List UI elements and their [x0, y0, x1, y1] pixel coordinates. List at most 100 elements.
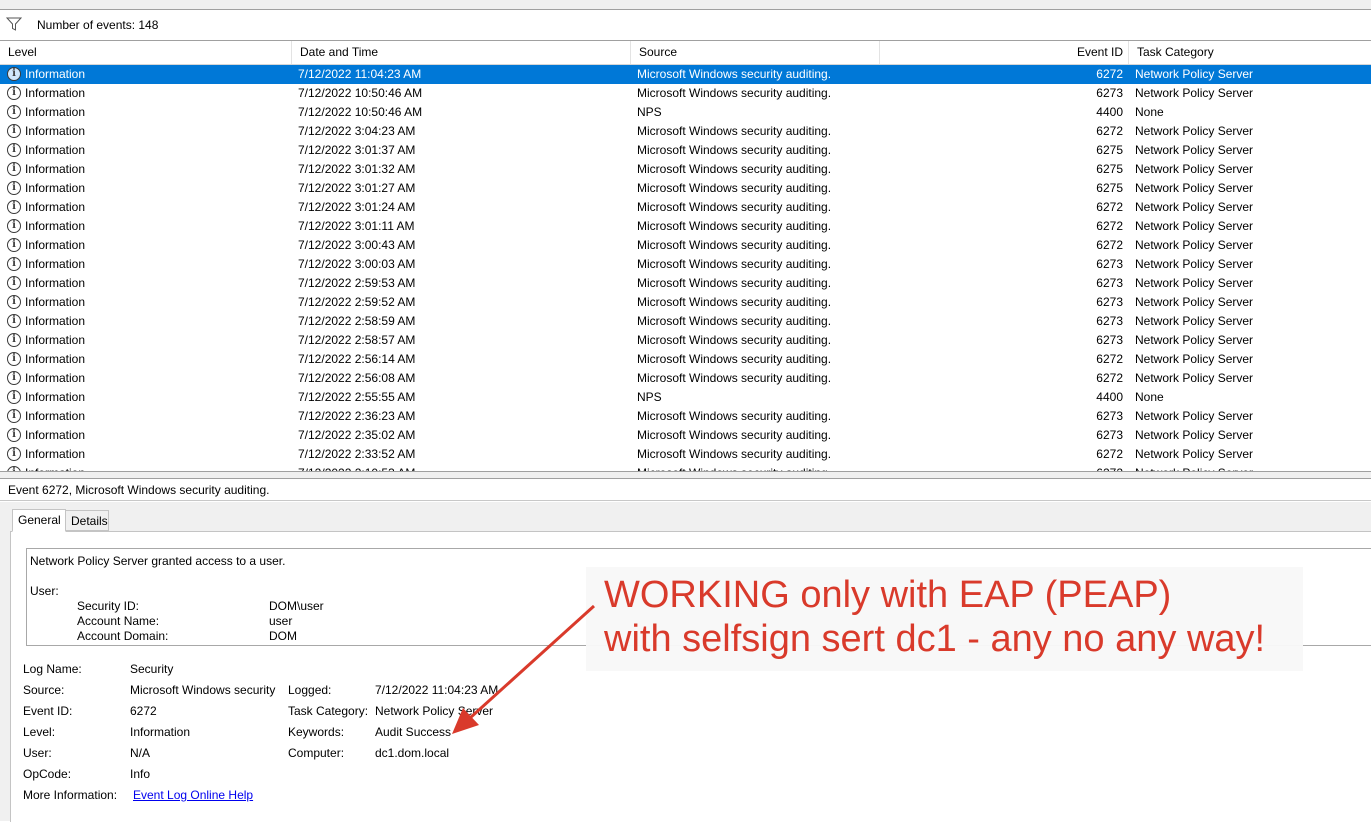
- table-row[interactable]: i Information 7/12/2022 10:50:46 AM NPS 4400…: [0, 103, 1371, 122]
- table-row[interactable]: i Information 7/12/2022 2:35:02 AM Microsof…: [0, 426, 1371, 445]
- pane-splitter[interactable]: [0, 472, 1371, 479]
- account-name-value: user: [269, 614, 293, 628]
- event-id-cell: 6273: [1096, 333, 1123, 347]
- table-row[interactable]: i Information 7/12/2022 2:36:23 AM Microsof…: [0, 407, 1371, 426]
- task-category-cell: Network Policy Server: [1135, 162, 1254, 176]
- level-cell: Information: [25, 295, 86, 309]
- filter-icon[interactable]: [6, 17, 22, 31]
- event-id-cell: 6272: [1096, 67, 1123, 81]
- table-row[interactable]: i Information 7/12/2022 2:33:52 AM Microsof…: [0, 445, 1371, 464]
- level-cell: Information: [25, 371, 86, 385]
- event-id-value: 6272: [130, 704, 157, 718]
- log-name-label: Log Name:: [23, 662, 82, 676]
- security-id-label: Security ID:: [77, 599, 140, 613]
- table-row[interactable]: i Information 7/12/2022 3:04:23 AM Microsof…: [0, 122, 1371, 141]
- event-id-cell: 4400: [1096, 105, 1123, 119]
- event-id-cell: 6275: [1096, 181, 1123, 195]
- task-category-cell: None: [1135, 390, 1164, 404]
- date-time-cell: 7/12/2022 2:59:52 AM: [298, 295, 416, 309]
- annotation-box: WORKING only with EAP (PEAP) with selfsi…: [586, 567, 1303, 671]
- event-id-cell: 6272: [1096, 200, 1123, 214]
- level-cell: Information: [25, 124, 86, 138]
- account-name-label: Account Name:: [77, 614, 160, 628]
- information-icon: i: [7, 314, 21, 328]
- date-time-cell: 7/12/2022 11:04:23 AM: [298, 67, 422, 81]
- table-row[interactable]: i Information 7/12/2022 3:00:43 AM Microsof…: [0, 236, 1371, 255]
- task-category-cell: Network Policy Server: [1135, 333, 1254, 347]
- information-icon: i: [7, 181, 21, 195]
- task-category-label: Task Category:: [288, 704, 369, 718]
- level-cell: Information: [25, 447, 86, 461]
- information-icon: i: [7, 276, 21, 290]
- task-category-cell: Network Policy Server: [1135, 219, 1254, 233]
- table-row[interactable]: i Information 7/12/2022 10:50:46 AM Microso…: [0, 84, 1371, 103]
- table-row[interactable]: i Information 7/12/2022 2:56:08 AM Microsof…: [0, 369, 1371, 388]
- annotation-line-2: with selfsign sert dc1 - any no any way!: [604, 618, 1266, 660]
- event-id-cell: 6273: [1096, 428, 1123, 442]
- event-id-label: Event ID:: [23, 704, 73, 718]
- grid-header: Level Date and Time Source Event ID Task…: [0, 41, 1371, 65]
- information-icon: i: [7, 105, 21, 119]
- level-cell: Information: [25, 162, 86, 176]
- date-time-cell: 7/12/2022 2:55:55 AM: [298, 390, 416, 404]
- table-row[interactable]: i Information 7/12/2022 2:59:52 AM Microsof…: [0, 293, 1371, 312]
- task-category-cell: Network Policy Server: [1135, 447, 1254, 461]
- date-time-cell: 7/12/2022 3:01:27 AM: [298, 181, 416, 195]
- task-category-cell: Network Policy Server: [1135, 314, 1254, 328]
- table-row[interactable]: iInformation7/12/2022 2:10:53 AMMicrosof…: [0, 464, 1371, 471]
- user-value: N/A: [130, 746, 151, 760]
- event-id-cell: 6272: [1096, 447, 1123, 461]
- event-id-cell: 6273: [1096, 409, 1123, 423]
- event-id-cell: 6272: [880, 464, 1123, 471]
- event-id-cell: 6275: [1096, 143, 1123, 157]
- table-row[interactable]: i Information 7/12/2022 2:59:53 AM Microsof…: [0, 274, 1371, 293]
- task-category-value: Network Policy Server: [375, 704, 494, 718]
- date-time-cell: 7/12/2022 2:36:23 AM: [298, 409, 416, 423]
- table-row[interactable]: i Information 7/12/2022 2:55:55 AM NPS 4400 N…: [0, 388, 1371, 407]
- event-log-online-help-link[interactable]: Event Log Online Help: [133, 788, 253, 802]
- column-header-date-time[interactable]: Date and Time: [292, 41, 631, 64]
- level-value: Information: [130, 725, 191, 739]
- logged-label: Logged:: [288, 683, 332, 697]
- table-row[interactable]: i Information 7/12/2022 3:01:24 AM Microsof…: [0, 198, 1371, 217]
- table-row[interactable]: i Information 7/12/2022 3:01:37 AM Microsof…: [0, 141, 1371, 160]
- event-id-cell: 6273: [1096, 314, 1123, 328]
- task-category-cell: Network Policy Server: [1135, 409, 1254, 423]
- event-id-cell: 6272: [1096, 219, 1123, 233]
- task-category-cell: Network Policy Server: [1135, 428, 1254, 442]
- date-time-cell: 7/12/2022 3:01:32 AM: [298, 162, 416, 176]
- column-header-event-id[interactable]: Event ID: [880, 41, 1129, 64]
- level-cell: Information: [25, 67, 86, 81]
- logged-value: 7/12/2022 11:04:23 AM: [375, 683, 499, 697]
- table-row[interactable]: i Information 7/12/2022 2:58:59 AM Microsof…: [0, 312, 1371, 331]
- date-time-cell: 7/12/2022 3:01:37 AM: [298, 143, 416, 157]
- tab-general[interactable]: General: [12, 509, 66, 532]
- column-header-source[interactable]: Source: [631, 41, 880, 64]
- events-grid[interactable]: Level Date and Time Source Event ID Task…: [0, 41, 1371, 472]
- table-row[interactable]: i Information 7/12/2022 2:56:14 AM Microsof…: [0, 350, 1371, 369]
- table-row[interactable]: i Information 7/12/2022 2:58:57 AM Microsof…: [0, 331, 1371, 350]
- tab-details[interactable]: Details: [65, 510, 109, 531]
- level-cell: Information: [25, 333, 86, 347]
- table-row[interactable]: i Information 7/12/2022 11:04:23 AM Microso…: [0, 65, 1371, 84]
- task-category-cell: Network Policy Server: [1135, 371, 1254, 385]
- computer-label: Computer:: [288, 746, 345, 760]
- information-icon: i: [7, 67, 21, 81]
- event-rows: i Information 7/12/2022 11:04:23 AM Microso…: [0, 65, 1371, 471]
- table-row[interactable]: i Information 7/12/2022 3:01:11 AM Microsof…: [0, 217, 1371, 236]
- event-id-cell: 6272: [1096, 371, 1123, 385]
- event-id-cell: 6272: [1096, 124, 1123, 138]
- top-edge: [0, 0, 1371, 10]
- table-row[interactable]: i Information 7/12/2022 3:00:03 AM Microsof…: [0, 255, 1371, 274]
- column-header-task-category[interactable]: Task Category: [1129, 41, 1371, 64]
- table-row[interactable]: i Information 7/12/2022 3:01:27 AM Microsof…: [0, 179, 1371, 198]
- column-header-level[interactable]: Level: [0, 41, 292, 64]
- event-id-cell: 6272: [1096, 238, 1123, 252]
- table-row[interactable]: i Information 7/12/2022 3:01:32 AM Microsof…: [0, 160, 1371, 179]
- information-icon: i: [7, 295, 21, 309]
- account-domain-label: Account Domain:: [77, 629, 169, 643]
- date-time-cell: 7/12/2022 10:50:46 AM: [298, 105, 423, 119]
- event-id-cell: 6272: [1096, 352, 1123, 366]
- information-icon: i: [7, 200, 21, 214]
- information-icon: i: [7, 143, 21, 157]
